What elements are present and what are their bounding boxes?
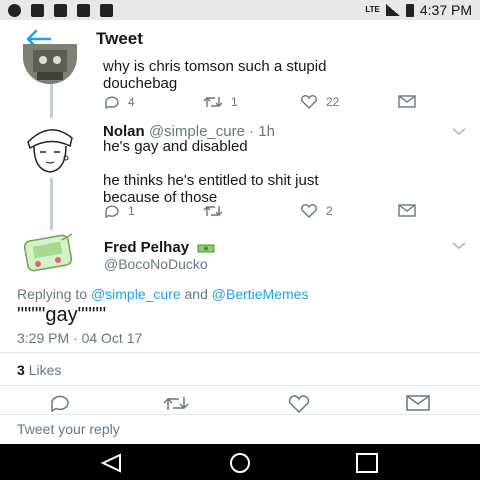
avatar[interactable] — [20, 118, 80, 178]
divider — [0, 385, 480, 386]
signal-icon — [385, 4, 400, 16]
heart-icon[interactable] — [287, 395, 311, 413]
voicemail-icon — [100, 3, 113, 17]
retweet-icon — [203, 97, 223, 107]
envelope-icon[interactable] — [406, 395, 430, 411]
reply-input[interactable]: Tweet your reply — [17, 421, 120, 437]
download-icon — [77, 3, 90, 17]
tweet-text: why is chris tomson such a stupid douche… — [103, 58, 327, 92]
back-triangle-icon[interactable] — [100, 453, 122, 473]
retweet-button[interactable] — [203, 204, 231, 218]
reply-button[interactable]: 1 — [104, 204, 135, 218]
mention-link[interactable]: @simple_cure — [91, 286, 181, 302]
like-button[interactable]: 22 — [300, 95, 339, 109]
tweet-text: """"gay"""" — [17, 304, 107, 326]
avatar[interactable] — [18, 230, 78, 276]
tweet-timestamp: 3:29 PM · 04 Oct 17 — [17, 330, 143, 346]
image-icon — [54, 3, 67, 17]
recents-square-icon[interactable] — [354, 453, 380, 473]
tweet-actions: 1 2 — [0, 204, 480, 218]
heart-icon — [301, 95, 317, 109]
reply-icon — [105, 205, 119, 218]
money-icon — [197, 244, 215, 253]
reply-composer[interactable]: Tweet your reply — [0, 414, 480, 444]
tweet-actions: 4 1 22 — [0, 95, 480, 109]
divider — [0, 352, 480, 353]
retweet-button[interactable]: 1 — [203, 95, 238, 109]
heart-icon — [301, 204, 317, 218]
music-icon — [8, 3, 21, 17]
chevron-down-icon[interactable] — [452, 128, 466, 136]
reply-icon[interactable] — [50, 395, 70, 412]
retweet-icon — [203, 206, 223, 216]
message-button[interactable] — [398, 204, 416, 217]
likes-count[interactable]: 3 Likes — [17, 362, 61, 378]
mention-link[interactable]: @BertieMemes — [212, 286, 309, 302]
tweet-text: he's gay and disabled he thinks he's ent… — [103, 138, 319, 206]
status-bar: LTE 4:37 PM — [0, 0, 480, 20]
focus-tweet-actions — [0, 395, 480, 415]
avatar[interactable] — [23, 44, 77, 84]
author-handle[interactable]: @BocoNoDucko — [104, 256, 208, 272]
envelope-icon — [398, 204, 416, 217]
network-type: LTE — [365, 5, 380, 14]
author-name[interactable]: Fred Pelhay — [104, 239, 215, 256]
clock: 4:37 PM — [419, 2, 472, 18]
home-circle-icon[interactable] — [226, 453, 254, 473]
message-button[interactable] — [398, 95, 416, 108]
replying-to: Replying to @simple_cure and @BertieMeme… — [17, 286, 309, 302]
reply-icon — [105, 96, 119, 109]
battery-icon — [405, 3, 414, 17]
retweet-icon[interactable] — [163, 395, 189, 412]
envelope-icon — [398, 95, 416, 108]
reply-button[interactable]: 4 — [104, 95, 135, 109]
chevron-down-icon[interactable] — [452, 242, 466, 250]
like-button[interactable]: 2 — [300, 204, 333, 218]
message-icon — [31, 3, 44, 17]
android-nav-bar — [0, 444, 480, 480]
page-title: Tweet — [96, 29, 143, 48]
